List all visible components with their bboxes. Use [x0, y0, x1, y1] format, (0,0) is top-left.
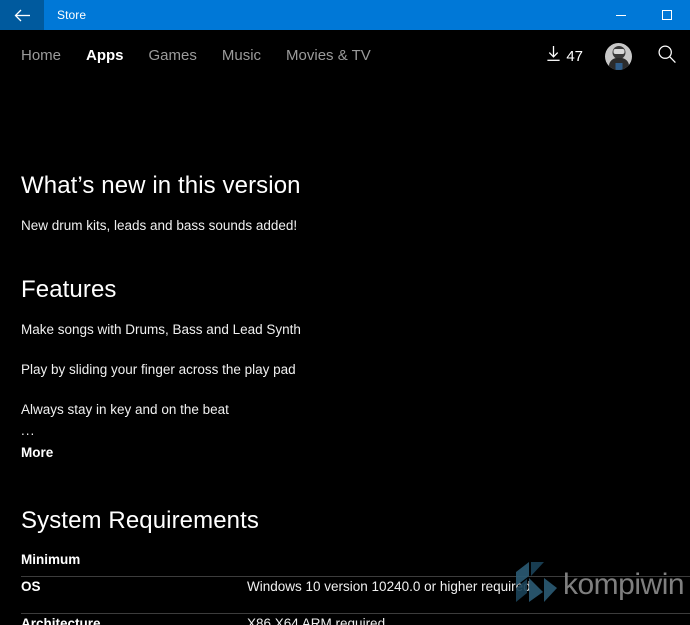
- whats-new-body: New drum kits, leads and bass sounds add…: [21, 218, 298, 233]
- nav-tab-music[interactable]: Music: [222, 46, 277, 66]
- table-row: OS Windows 10 version 10240.0 or higher …: [21, 577, 690, 614]
- req-value-os: Windows 10 version 10240.0 or higher req…: [247, 579, 531, 594]
- whats-new-heading: What’s new in this version: [21, 172, 301, 199]
- feature-item: Play by sliding your finger across the p…: [21, 362, 296, 377]
- table-row: Architecture X86 X64 ARM required: [21, 614, 690, 625]
- avatar-collar: [615, 62, 622, 70]
- title-bar: Store: [0, 0, 690, 30]
- req-value-architecture: X86 X64 ARM required: [247, 616, 386, 625]
- navigation-bar: Home Apps Games Music Movies & TV 47: [0, 30, 690, 82]
- nav-right-actions: 47: [546, 42, 678, 70]
- feature-item: Make songs with Drums, Bass and Lead Syn…: [21, 322, 301, 337]
- downloads-count: 47: [566, 47, 583, 65]
- more-link-container: More: [21, 444, 53, 462]
- system-requirements-table: Minimum OS Windows 10 version 10240.0 or…: [21, 550, 690, 625]
- features-ellipsis: ...: [21, 423, 36, 438]
- maximize-button[interactable]: [644, 0, 690, 30]
- minimize-icon: [616, 14, 626, 16]
- features-heading: Features: [21, 276, 117, 303]
- req-label-os: OS: [21, 579, 41, 594]
- nav-tab-home[interactable]: Home: [21, 46, 77, 66]
- downloads-button[interactable]: 47: [546, 45, 583, 67]
- maximize-icon: [662, 10, 672, 20]
- nav-tab-movies-tv[interactable]: Movies & TV: [286, 46, 387, 66]
- download-icon: [546, 45, 561, 67]
- back-arrow-icon: [14, 9, 31, 22]
- search-icon: [657, 44, 677, 69]
- nav-tab-games[interactable]: Games: [149, 46, 213, 66]
- window-title: Store: [57, 8, 87, 22]
- search-button[interactable]: [656, 44, 678, 69]
- avatar[interactable]: [605, 42, 632, 70]
- nav-tab-apps[interactable]: Apps: [86, 46, 140, 66]
- feature-item: Always stay in key and on the beat: [21, 402, 229, 417]
- system-requirements-heading: System Requirements: [21, 507, 259, 534]
- avatar-face: [613, 48, 624, 54]
- more-button[interactable]: More: [21, 444, 53, 462]
- table-header-row: Minimum: [21, 550, 690, 577]
- back-button[interactable]: [0, 0, 44, 30]
- nav-tabs: Home Apps Games Music Movies & TV: [21, 46, 396, 66]
- window-controls: [598, 0, 690, 30]
- store-window: Store Home Apps Games Music Movies & TV: [0, 0, 690, 625]
- table-column-header-minimum: Minimum: [21, 552, 81, 567]
- req-label-architecture: Architecture: [21, 616, 101, 625]
- minimize-button[interactable]: [598, 0, 644, 30]
